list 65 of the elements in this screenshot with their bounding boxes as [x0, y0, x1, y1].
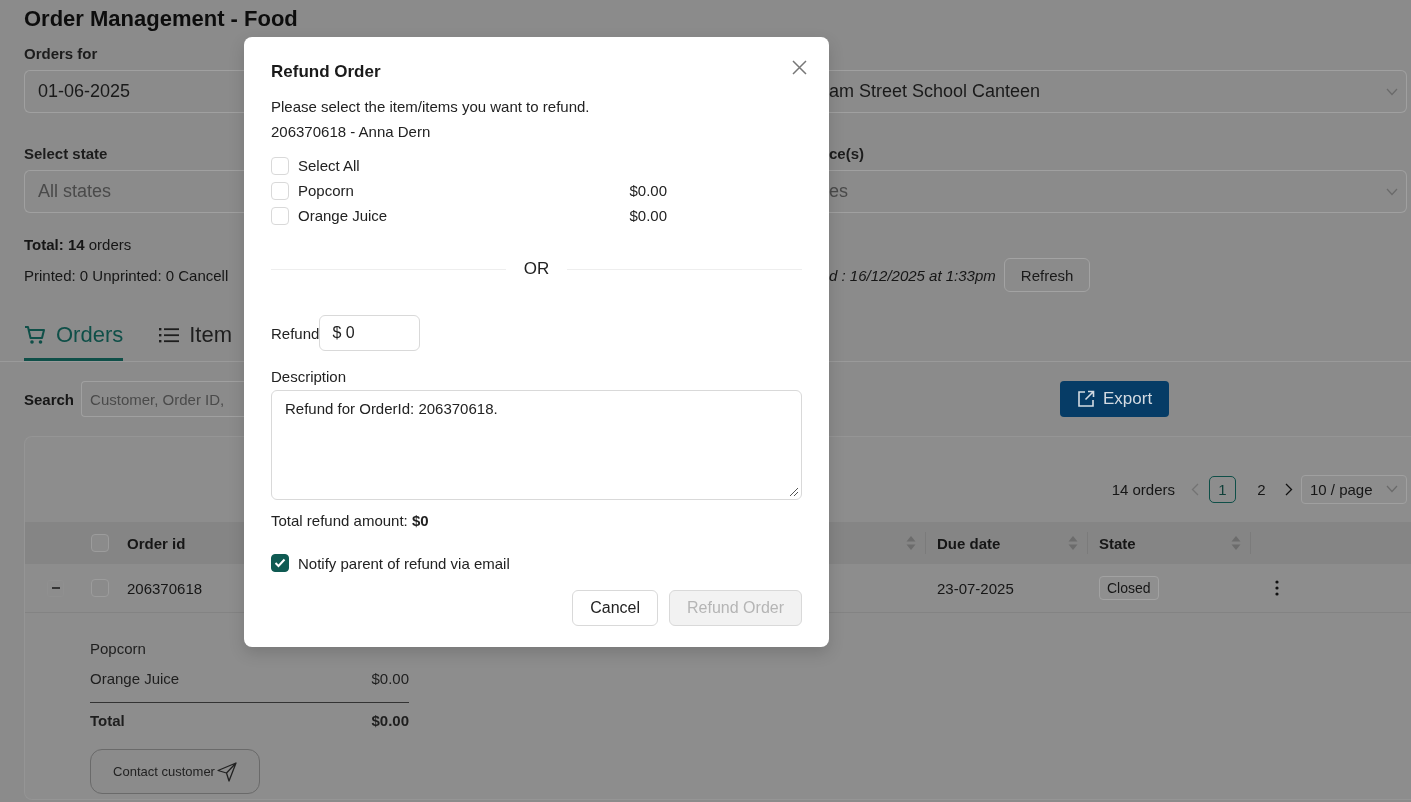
checkbox-label: Popcorn — [298, 182, 355, 199]
item-price: $0.00 — [629, 182, 667, 199]
cancel-button[interactable]: Cancel — [572, 590, 659, 626]
filter-label: Select state — [24, 145, 108, 162]
item-name: Popcorn — [90, 639, 146, 657]
more-icon[interactable] — [1275, 580, 1279, 596]
select-field[interactable]: All states — [24, 170, 244, 213]
total-label: Total — [90, 711, 125, 729]
item-price: $0.00 — [629, 207, 667, 224]
table-cell: 206370618 — [127, 579, 203, 597]
resize-handle-icon[interactable] — [789, 487, 799, 497]
checkbox[interactable] — [271, 554, 289, 572]
select-field[interactable]: es — [829, 170, 1407, 213]
checkbox-label: Notify parent of refund via email — [298, 554, 510, 572]
export-button[interactable]: Export — [1060, 381, 1170, 417]
page-title: Order Management - Food — [23, 5, 299, 33]
sort-icon[interactable] — [1231, 535, 1241, 551]
order-count: 14 orders — [1111, 480, 1175, 498]
chevron-down-icon — [1386, 87, 1398, 96]
export-icon — [1077, 390, 1095, 408]
description-label: Description — [271, 367, 348, 387]
column-header: Order id — [127, 534, 186, 552]
item-name: Orange Juice — [90, 669, 180, 687]
checkbox-label: Orange Juice — [298, 207, 389, 224]
select-field[interactable]: am Street School Canteen — [829, 70, 1407, 113]
order-counts: Printed: 0 Unprinted: 0 Cancell — [24, 266, 229, 284]
date-field[interactable]: 01-06-2025 — [24, 70, 244, 113]
chevron-down-icon — [1386, 187, 1398, 196]
chevron-left-icon[interactable] — [1191, 482, 1199, 496]
column-header: Due date — [937, 534, 1001, 552]
contact-customer-button[interactable]: Contact customer — [90, 749, 260, 794]
description-field[interactable]: Refund for OrderId: 206370618. — [271, 390, 802, 500]
close-icon[interactable] — [792, 60, 807, 75]
refund-label: Refund — [271, 324, 320, 342]
tab[interactable]: Item — [159, 311, 233, 361]
status-tag: Closed — [1099, 576, 1159, 600]
checkbox-label: Select All — [298, 157, 361, 174]
total-refund: Total refund amount: $0 — [271, 511, 430, 531]
last-updated: d : 16/12/2025 at 1:33pm — [829, 266, 996, 284]
page-size-select[interactable]: 10 / page — [1301, 474, 1407, 504]
cart-icon — [24, 324, 46, 345]
chevron-right-icon[interactable] — [1285, 482, 1293, 496]
refresh-button[interactable]: Refresh — [1003, 258, 1091, 292]
sort-icon[interactable] — [1068, 535, 1078, 551]
total-value: $0.00 — [371, 711, 409, 729]
chevron-down-icon — [1386, 485, 1398, 493]
filter-label: Orders for — [24, 45, 98, 62]
list-icon — [159, 325, 180, 344]
send-icon — [216, 761, 237, 782]
sort-icon[interactable] — [906, 535, 916, 551]
or-label: OR — [523, 259, 550, 279]
total-orders: Total: 14 orders — [24, 236, 132, 253]
tab[interactable]: Orders — [24, 311, 124, 361]
item-price: $0.00 — [371, 669, 409, 687]
page-button[interactable]: 2 — [1248, 475, 1275, 503]
order-customer: 206370618 - Anna Dern — [271, 122, 432, 142]
refund-amount-field[interactable]: $ 0 — [319, 315, 421, 351]
search-field[interactable]: Customer, Order ID, — [81, 381, 244, 417]
table-cell: 23-07-2025 — [937, 579, 1014, 597]
page-button[interactable]: 1 — [1209, 475, 1236, 503]
filter-label: ce(s) — [829, 145, 865, 162]
instruction-text: Please select the item/items you want to refund. — [271, 97, 591, 117]
dialog-title: Refund Order — [271, 61, 381, 83]
column-header: State — [1099, 534, 1136, 552]
search-label: Search — [24, 390, 75, 408]
